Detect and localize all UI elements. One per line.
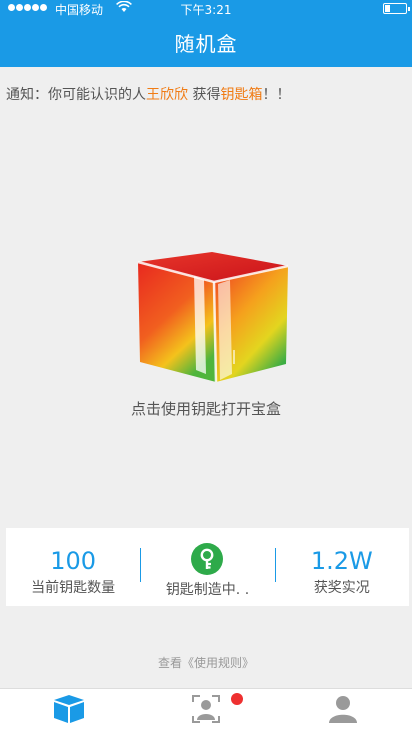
treasure-box-icon[interactable] — [136, 250, 290, 384]
notice-prefix: 通知：你可能认识的人 — [6, 87, 146, 103]
rewards-label: 获奖实况 — [313, 580, 370, 596]
notice-item-name: 钥匙箱 — [220, 87, 263, 103]
stats-panel: 100 当前钥匙数量 钥匙制造中. . 1.2W 获奖实况 — [6, 528, 409, 606]
status-bar: 中国移动 下午3:21 — [0, 0, 412, 17]
rules-link[interactable]: 查看《使用规则》 — [0, 654, 412, 671]
notification-badge — [231, 693, 243, 705]
key-icon — [191, 543, 224, 575]
person-icon — [329, 696, 358, 723]
notice-middle: 获得 — [188, 87, 221, 103]
notice-suffix: ！！ — [262, 87, 291, 103]
nav-bar: 随机盒 — [0, 17, 412, 67]
box-hint: 点击使用钥匙打开宝盒 — [130, 400, 281, 418]
box-icon — [53, 695, 84, 723]
status-time: 下午3:21 — [180, 3, 232, 17]
scan-face-icon — [191, 695, 220, 723]
tab-profile[interactable] — [275, 689, 412, 729]
key-making-label: 钥匙制造中. . — [165, 582, 250, 598]
tab-bar — [0, 688, 412, 729]
tab-scan[interactable] — [137, 689, 274, 729]
page-title: 随机盒 — [174, 31, 238, 56]
rewards-value: 1.2W — [310, 547, 373, 575]
key-count-label: 当前钥匙数量 — [31, 580, 116, 596]
tab-box[interactable] — [0, 689, 137, 729]
key-count-stat[interactable]: 100 当前钥匙数量 — [6, 528, 140, 606]
key-count-value: 100 — [50, 547, 97, 575]
notice-banner: 通知：你可能认识的人王欣欣 获得钥匙箱！！ — [6, 84, 290, 104]
key-making-stat[interactable]: 钥匙制造中. . — [140, 528, 274, 606]
battery-icon — [383, 3, 410, 14]
rewards-stat[interactable]: 1.2W 获奖实况 — [274, 528, 409, 606]
notice-user-name[interactable]: 王欣欣 — [146, 87, 188, 103]
